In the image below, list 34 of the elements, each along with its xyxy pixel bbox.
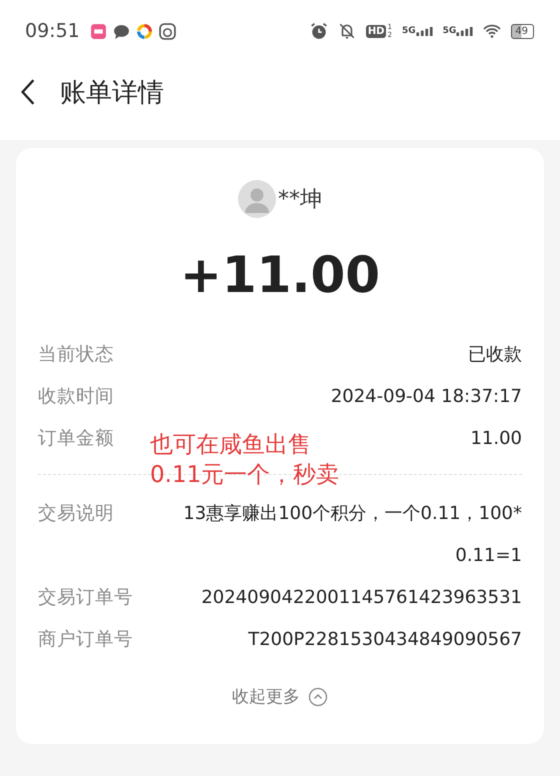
chat-bubble-icon [112,22,130,40]
amount: +11.00 [178,246,382,304]
detail-label: 交易订单号 [38,586,133,610]
avatar-icon [238,180,276,218]
app-icon [90,22,107,40]
alarm-clock-icon [310,22,328,40]
detail-value: 2024090422001145761423963531 [201,586,522,610]
network-label: 5G [402,26,416,36]
detail-value: 11.00 [470,427,522,451]
detail-value: 13惠享赚出100个积分，一个0.11，100*0.11=1 [182,502,522,568]
annotation-text: 0.11元一个，秒卖 [150,461,340,490]
annotation-text: 也可在咸鱼出售 [150,431,312,460]
collapse-button[interactable]: 收起更多 [232,685,328,708]
signal-icon [416,27,433,36]
wifi-icon [483,22,502,40]
bell-off-icon [338,22,356,40]
detail-value: 已收款 [468,343,522,367]
status-time: 09:51 [25,20,80,42]
app-icon [158,22,176,40]
detail-label: 交易说明 [38,502,114,526]
battery-indicator: 49 [511,24,534,38]
detail-label: 收款时间 [38,385,114,409]
detail-value: 2024-09-04 18:37:17 [330,385,522,409]
detail-label: 商户订单号 [38,628,133,652]
colorful-ring-icon [136,22,153,40]
page-title: 账单详情 [60,76,164,110]
network-label: 5G [442,26,456,36]
detail-label: 当前状态 [38,343,114,367]
signal-icon [456,27,474,36]
back-icon[interactable] [20,78,36,106]
detail-value: T200P2281530434849090567 [248,628,522,652]
chevron-up-icon [308,686,328,706]
payer-name: **坤 [278,186,322,214]
detail-label: 订单金额 [38,427,114,451]
